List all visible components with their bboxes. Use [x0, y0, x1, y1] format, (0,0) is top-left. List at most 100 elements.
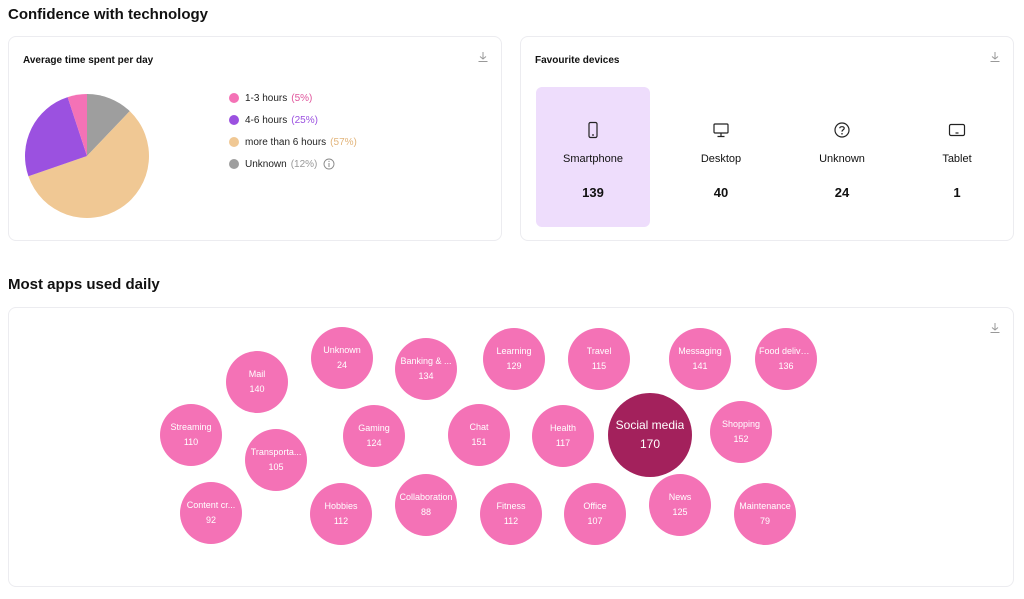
app-bubble[interactable]: Maintenance 79: [734, 483, 796, 545]
app-bubble[interactable]: Messaging 141: [669, 328, 731, 390]
pie-legend: 1-3 hours (5%) 4-6 hours (25%) more than…: [229, 87, 357, 175]
app-bubble[interactable]: Banking & ... 134: [395, 338, 457, 400]
app-bubble-label: Maintenance: [739, 501, 791, 511]
app-bubble-value: 105: [268, 462, 284, 472]
app-bubble-value: 141: [692, 361, 708, 371]
app-bubble-label: Office: [583, 501, 607, 511]
app-bubble-value: 140: [249, 384, 265, 394]
device-label: Smartphone: [563, 153, 623, 165]
device-tablet[interactable]: Tablet 1: [900, 87, 1014, 227]
app-bubble[interactable]: Shopping 152: [710, 401, 772, 463]
app-bubble-label: Banking & ...: [400, 356, 452, 366]
device-smartphone[interactable]: Smartphone 139: [536, 87, 650, 227]
app-bubble[interactable]: Content cr... 92: [180, 482, 242, 544]
pie-chart: [24, 94, 149, 218]
app-bubble-value: 88: [420, 507, 431, 517]
app-bubble-label: News: [668, 492, 692, 502]
app-bubble-value: 170: [639, 437, 661, 451]
app-bubble[interactable]: Fitness 112: [480, 483, 542, 545]
legend-item[interactable]: 4-6 hours (25%): [229, 109, 357, 131]
download-icon[interactable]: [989, 51, 1001, 63]
app-bubble-label: Health: [549, 423, 576, 433]
app-bubble-value: 112: [333, 516, 349, 526]
app-bubble[interactable]: Learning 129: [483, 328, 545, 390]
app-bubble-value: 134: [418, 371, 434, 381]
legend-percent: (5%): [291, 92, 313, 104]
average-time-title: Average time spent per day: [23, 55, 154, 66]
page-title: Confidence with technology: [8, 6, 209, 23]
smartphone-icon: [588, 121, 598, 139]
legend-swatch: [229, 137, 239, 147]
app-bubble-label: Travel: [586, 346, 612, 356]
app-bubble-value: 151: [471, 437, 487, 447]
app-bubble[interactable]: Collaboration 88: [395, 474, 457, 536]
apps-bubble-card: Mail 140 Unknown 24 Banking & ... 134 Learning…: [8, 307, 1014, 587]
legend-label: 1-3 hours: [245, 92, 288, 104]
app-bubble-label: Gaming: [358, 423, 390, 433]
app-bubble[interactable]: Food delivery 136: [755, 328, 817, 390]
app-bubble-value: 125: [672, 507, 688, 517]
app-bubble[interactable]: Social media 170: [608, 393, 692, 477]
app-bubble-value: 124: [366, 438, 382, 448]
app-bubble-value: 107: [587, 516, 603, 526]
app-bubble-label: Collaboration: [399, 492, 453, 502]
legend-swatch: [229, 159, 239, 169]
app-bubble-label: Social media: [615, 418, 685, 432]
average-time-card: Average time spent per day 1-3 hours (5%…: [8, 36, 502, 241]
device-count: 1: [953, 185, 961, 200]
app-bubble-value: 152: [733, 434, 749, 444]
favourite-devices-card: Favourite devices Smartphone 139 Desktop…: [520, 36, 1014, 241]
desktop-icon: [713, 123, 729, 138]
app-bubble[interactable]: Office 107: [564, 483, 626, 545]
app-bubble-label: Content cr...: [186, 500, 236, 510]
app-bubble-label: Messaging: [678, 346, 722, 356]
app-bubble-value: 92: [205, 515, 216, 525]
app-bubble-value: 129: [506, 361, 522, 371]
app-bubble-label: Streaming: [170, 422, 212, 432]
app-bubble-value: 115: [591, 361, 607, 371]
legend-label: more than 6 hours: [245, 136, 327, 148]
app-bubble-value: 79: [759, 516, 770, 526]
app-bubble[interactable]: Unknown 24: [311, 327, 373, 389]
app-bubble-label: Fitness: [496, 501, 526, 511]
app-bubble-value: 136: [778, 361, 794, 371]
legend-label: Unknown: [245, 158, 287, 170]
legend-item[interactable]: 1-3 hours (5%): [229, 87, 357, 109]
question-icon: [834, 122, 850, 138]
app-bubble-label: Transporta...: [250, 447, 302, 457]
device-label: Unknown: [819, 153, 865, 165]
app-bubble[interactable]: Chat 151: [448, 404, 510, 466]
app-bubble[interactable]: Transporta... 105: [245, 429, 307, 491]
device-label: Tablet: [942, 153, 972, 165]
app-bubble[interactable]: Travel 115: [568, 328, 630, 390]
legend-percent: (25%): [291, 114, 318, 126]
app-bubble[interactable]: Gaming 124: [343, 405, 405, 467]
legend-label: 4-6 hours: [245, 114, 288, 126]
app-bubble[interactable]: Hobbies 112: [310, 483, 372, 545]
app-bubble-value: 112: [503, 516, 519, 526]
legend-swatch: [229, 115, 239, 125]
info-icon[interactable]: [323, 158, 335, 170]
app-bubble-label: Food delivery: [759, 346, 813, 356]
app-bubble-label: Chat: [469, 422, 489, 432]
legend-percent: (12%): [290, 158, 318, 170]
legend-percent: (57%): [330, 136, 357, 148]
legend-item[interactable]: Unknown (12%): [229, 153, 357, 175]
device-count: 40: [713, 185, 729, 200]
app-bubble[interactable]: Streaming 110: [160, 404, 222, 466]
device-desktop[interactable]: Desktop 40: [664, 87, 778, 227]
device-count: 139: [582, 185, 604, 200]
app-bubble[interactable]: Mail 140: [226, 351, 288, 413]
device-unknown[interactable]: Unknown 24: [785, 87, 899, 227]
legend-item[interactable]: more than 6 hours (57%): [229, 131, 357, 153]
app-bubble-label: Hobbies: [324, 501, 358, 511]
bubble-chart: Mail 140 Unknown 24 Banking & ... 134 Learning…: [9, 308, 1013, 586]
download-icon[interactable]: [477, 51, 489, 63]
app-bubble-value: 117: [555, 438, 571, 448]
app-bubble[interactable]: News 125: [649, 474, 711, 536]
legend-swatch: [229, 93, 239, 103]
app-bubble-label: Shopping: [721, 419, 761, 429]
app-bubble[interactable]: Health 117: [532, 405, 594, 467]
tablet-icon: [948, 123, 966, 137]
device-count: 24: [834, 185, 850, 200]
